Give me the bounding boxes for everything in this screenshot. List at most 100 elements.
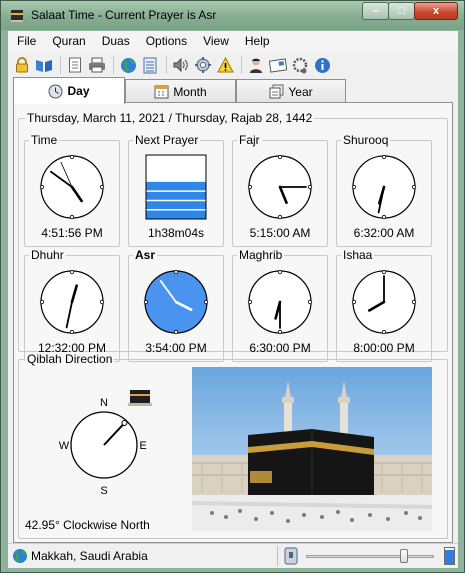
- volume-slider-thumb[interactable]: [399, 549, 408, 563]
- lock-status-icon[interactable]: [284, 547, 298, 565]
- prayer-time-value: 8:00:00 PM: [353, 341, 415, 355]
- prayer-cell-asr: Asr 3:54:00 PM: [128, 248, 224, 362]
- kaaba-photo: [192, 367, 432, 531]
- document-icon[interactable]: [65, 55, 85, 75]
- clock-face: [247, 154, 313, 220]
- prayer-name: Ishaa: [341, 248, 375, 262]
- clock-face: [351, 269, 417, 335]
- prayer-cell-maghrib: Maghrib 6:30:00 PM: [232, 248, 328, 362]
- app-icon: [11, 10, 23, 22]
- compass-south: S: [100, 485, 107, 497]
- toolbar-separator: [113, 56, 114, 74]
- clock-tick: [277, 329, 283, 335]
- clock-tick: [277, 214, 283, 220]
- person-icon[interactable]: [246, 55, 266, 75]
- title-bar[interactable]: Salaat Time - Current Prayer is Asr – □ …: [1, 1, 464, 30]
- clock-face: [39, 269, 105, 335]
- postcard-icon[interactable]: [268, 55, 288, 75]
- level-meter: [444, 547, 455, 565]
- prayer-time-value: 1h38m04s: [147, 226, 205, 240]
- clock-tick: [411, 299, 417, 305]
- globe-icon: [13, 549, 27, 563]
- tab-month[interactable]: Month: [125, 79, 236, 103]
- status-bar: Makkah, Saudi Arabia: [8, 543, 458, 568]
- clock-tick: [277, 269, 283, 275]
- warning-icon[interactable]: [215, 55, 235, 75]
- toolbar-separator: [241, 56, 242, 74]
- globe-icon[interactable]: [118, 55, 138, 75]
- clock-tick: [411, 184, 417, 190]
- compass-west: W: [59, 440, 70, 452]
- menu-options[interactable]: Options: [137, 31, 194, 52]
- menu-file[interactable]: File: [8, 31, 43, 52]
- prayer-time-value: 4:51:56 PM: [41, 226, 103, 240]
- clock-face: [39, 154, 105, 220]
- clock-icon: [48, 84, 63, 98]
- prayer-name: Fajr: [237, 133, 262, 147]
- prayer-time-value: 6:32:00 AM: [353, 226, 415, 240]
- calendar-icon: [154, 85, 169, 99]
- toolbar-separator: [60, 56, 61, 74]
- clock-tick: [307, 299, 313, 305]
- clock-tick: [39, 299, 45, 305]
- clock-tick: [69, 269, 75, 275]
- qiblah-needle-tip: [121, 420, 128, 427]
- settings-icon[interactable]: [193, 55, 213, 75]
- clock-tick: [69, 329, 75, 335]
- prayer-cell-ishaa: Ishaa 8:00:00 PM: [336, 248, 432, 362]
- prayer-cell-time: Time 4:51:56 PM: [24, 133, 120, 247]
- menu-quran[interactable]: Quran: [43, 31, 92, 52]
- clock-tick: [99, 184, 105, 190]
- tab-month-label: Month: [173, 84, 207, 99]
- clock-tick: [99, 299, 105, 305]
- clock-tick: [173, 329, 179, 335]
- clock-tick: [351, 184, 357, 190]
- close-button[interactable]: x: [414, 2, 458, 20]
- info-icon[interactable]: [312, 55, 332, 75]
- menu-duas[interactable]: Duas: [93, 31, 137, 52]
- clock-tick: [351, 299, 357, 305]
- qiblah-text: 42.95° Clockwise North: [25, 518, 150, 532]
- volume-slider[interactable]: [306, 549, 434, 563]
- prayer-name: Next Prayer: [133, 133, 201, 147]
- tasbih-icon[interactable]: [290, 55, 310, 75]
- compass-north: N: [100, 397, 108, 409]
- clock-face: [351, 154, 417, 220]
- prayer-cell-dhuhr: Dhuhr 12:32:00 PM: [24, 248, 120, 362]
- tab-day[interactable]: Day: [13, 77, 125, 104]
- prayer-cell-next-prayer: Next Prayer 1h38m04s: [128, 133, 224, 247]
- level-meter-fill: [445, 550, 454, 564]
- prayer-time-value: 3:54:00 PM: [145, 341, 207, 355]
- clock-tick: [39, 184, 45, 190]
- prayer-cell-shurooq: Shurooq 6:32:00 AM: [336, 133, 432, 247]
- location-text: Makkah, Saudi Arabia: [31, 549, 148, 563]
- app-window: Salaat Time - Current Prayer is Asr – □ …: [0, 0, 465, 573]
- lock-icon[interactable]: [12, 55, 32, 75]
- qiblah-label: Qiblah Direction: [25, 352, 115, 366]
- clock-tick: [69, 214, 75, 220]
- calendar-icon[interactable]: [140, 55, 160, 75]
- maximize-button[interactable]: □: [388, 2, 415, 20]
- prayer-name: Maghrib: [237, 248, 285, 262]
- client-area: File Quran Duas Options View Help Day Mo…: [8, 31, 458, 568]
- speaker-icon[interactable]: [171, 55, 191, 75]
- window-title: Salaat Time - Current Prayer is Asr: [31, 8, 217, 22]
- clock-tick: [381, 329, 387, 335]
- clock-tick: [143, 299, 149, 305]
- prayer-cell-fajr: Fajr 5:15:00 AM: [232, 133, 328, 247]
- calendar-stack-icon: [269, 84, 284, 99]
- countdown-meter: [145, 154, 207, 220]
- printer-icon[interactable]: [87, 55, 107, 75]
- clock-tick: [69, 154, 75, 160]
- clock-tick: [247, 184, 253, 190]
- menu-help[interactable]: Help: [236, 31, 277, 52]
- tab-year[interactable]: Year: [236, 79, 346, 103]
- compass-east: E: [139, 440, 146, 452]
- clock-tick: [203, 299, 209, 305]
- clock-tick: [173, 269, 179, 275]
- menu-view[interactable]: View: [194, 31, 236, 52]
- book-icon[interactable]: [34, 55, 54, 75]
- status-separator: [277, 546, 278, 566]
- minimize-button[interactable]: –: [362, 2, 389, 20]
- prayer-time-value: 5:15:00 AM: [249, 226, 311, 240]
